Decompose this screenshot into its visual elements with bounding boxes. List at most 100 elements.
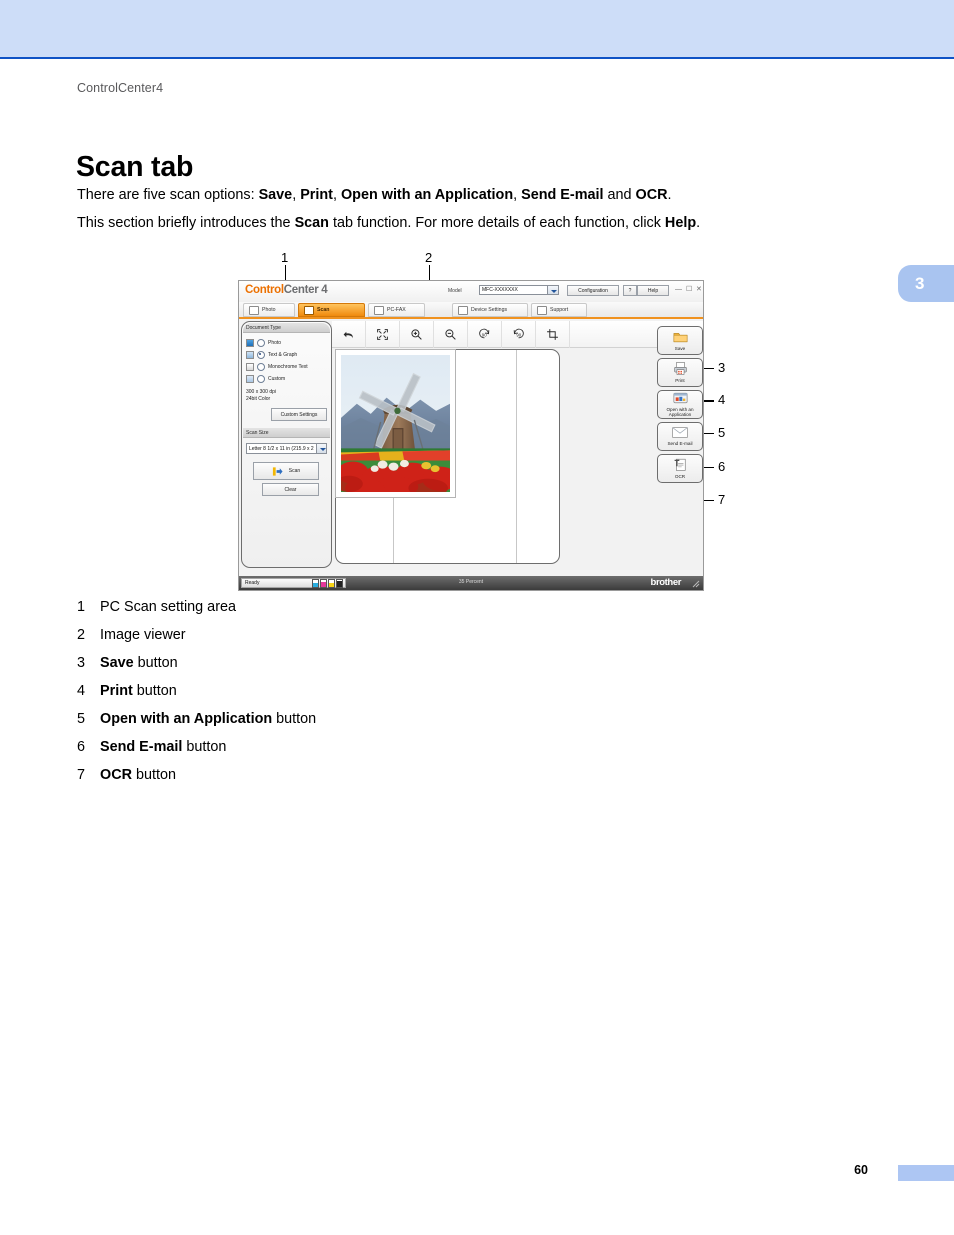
legend-num-7: 7 (77, 767, 86, 783)
windmill-tulip-field-photo (341, 355, 450, 492)
minimize-icon[interactable]: — (675, 285, 682, 295)
scanned-image-frame[interactable] (335, 349, 456, 498)
legend-text-3: Save button (100, 655, 178, 671)
chevron-down-icon[interactable] (547, 286, 558, 294)
image-toolbar: 90 90 (332, 321, 703, 348)
tab-device-settings[interactable]: Device Settings (452, 303, 528, 317)
configuration-button[interactable]: Configuration (567, 285, 619, 296)
list-item: 1 PC Scan setting area (77, 599, 316, 627)
device-settings-icon (458, 305, 468, 315)
list-item: 4 Print button (77, 683, 316, 711)
callout-number-7: 7 (718, 492, 726, 507)
tab-pc-fax[interactable]: PC-FAX (368, 303, 425, 317)
rotate-left-90-icon[interactable]: 90 (468, 321, 502, 348)
doctype-option-photo[interactable]: Photo (246, 339, 281, 347)
app-title-bar: ControlCenter 4 Model MFC-XXXXXXX Config… (239, 281, 703, 302)
undo-icon[interactable] (332, 321, 366, 348)
doctype-text-graph-label: Text & Graph (268, 352, 298, 358)
p1-seg3: , (332, 187, 341, 203)
intro-paragraph-1: There are five scan options: Save, Print… (77, 186, 672, 204)
page-number: 60 (854, 1163, 868, 1177)
tab-scan-label: Scan (317, 307, 330, 313)
svg-text:90: 90 (516, 333, 521, 338)
legend-rest-7: button (131, 767, 176, 783)
resize-grip-icon[interactable] (692, 580, 700, 588)
list-item: 2 Image viewer (77, 627, 316, 655)
radio-photo[interactable] (257, 339, 265, 347)
legend-text-4: Print button (100, 683, 177, 699)
send-email-button[interactable]: Send E-mail (657, 422, 703, 451)
photo-icon (249, 305, 259, 315)
list-item: 5 Open with an Application button (77, 711, 316, 739)
clear-button[interactable]: Clear (262, 483, 319, 496)
p1-seg5: and (603, 187, 636, 203)
legend-num-1: 1 (77, 599, 86, 615)
model-label: Model (448, 288, 462, 294)
help-question-button[interactable]: ? (623, 285, 637, 296)
model-dropdown[interactable]: MFC-XXXXXXX (479, 285, 559, 295)
svg-text:90: 90 (482, 333, 487, 338)
scan-button[interactable]: Scan (253, 462, 319, 480)
open-with-application-button[interactable]: Open with an Application (657, 390, 703, 419)
figure-legend: 1 PC Scan setting area 2 Image viewer 3 … (77, 599, 316, 795)
radio-text-graph[interactable] (257, 351, 265, 359)
list-item: 6 Send E-mail button (77, 739, 316, 767)
scan-arrow-icon (272, 466, 283, 477)
chevron-down-icon[interactable] (316, 444, 326, 453)
open-with-application-label: Open with an Application (666, 407, 694, 417)
tab-photo-label: Photo (262, 307, 276, 313)
save-button-label: Save (674, 345, 686, 351)
radio-monochrome-text[interactable] (257, 363, 265, 371)
legend-num-4: 4 (77, 683, 86, 699)
print-button[interactable]: Print (657, 358, 703, 387)
tab-scan[interactable]: Scan (298, 303, 365, 317)
radio-custom[interactable] (257, 375, 265, 383)
ocr-button[interactable]: OCR (657, 454, 703, 483)
legend-text-6: Send E-mail button (100, 739, 226, 755)
doctype-option-monochrome-text[interactable]: Monochrome Text (246, 363, 308, 371)
color-depth-value: 24bit Color (246, 396, 271, 402)
tab-support[interactable]: Support (531, 303, 587, 317)
zoom-out-icon[interactable] (434, 321, 468, 348)
close-icon[interactable]: ✕ (696, 285, 702, 295)
p2-seg3: . (696, 215, 701, 231)
help-button[interactable]: Help (637, 285, 669, 296)
p1-seg6: . (667, 187, 672, 203)
fax-icon (374, 305, 384, 315)
fit-to-window-icon[interactable] (366, 321, 400, 348)
legend-bold-3: Save (100, 655, 134, 671)
custom-settings-button[interactable]: Custom Settings (271, 408, 327, 421)
legend-bold-6: Send E-mail (100, 739, 183, 755)
monochrome-text-thumb-icon (246, 363, 254, 371)
brother-logo: brother (650, 577, 682, 588)
legend-num-2: 2 (77, 627, 86, 643)
tab-photo[interactable]: Photo (243, 303, 295, 317)
scan-button-label: Scan (288, 468, 301, 474)
crop-icon[interactable] (536, 321, 570, 348)
legend-text-2: Image viewer (100, 627, 186, 643)
send-email-label: Send E-mail (667, 441, 693, 446)
list-item: 3 Save button (77, 655, 316, 683)
callout-number-6: 6 (718, 459, 726, 474)
controlcenter4-window: ControlCenter 4 Model MFC-XXXXXXX Config… (238, 280, 704, 591)
ocr-icon (674, 458, 687, 473)
maximize-icon[interactable]: ☐ (686, 285, 692, 295)
doctype-option-custom[interactable]: Custom (246, 375, 285, 383)
doctype-photo-label: Photo (268, 340, 282, 346)
save-button[interactable]: Save (657, 326, 703, 355)
doctype-custom-label: Custom (268, 376, 286, 382)
text-graph-thumb-icon (246, 351, 254, 359)
document-type-header: Document Type (243, 323, 330, 333)
zoom-in-icon[interactable] (400, 321, 434, 348)
p1-seg2: , (292, 187, 301, 203)
p2-bold-help: Help (664, 215, 697, 231)
viewer-divider-right (516, 350, 517, 563)
scan-size-dropdown[interactable]: Letter 8 1/2 x 11 in (215.9 x 2 (246, 443, 327, 454)
rotate-right-90-icon[interactable]: 90 (502, 321, 536, 348)
support-icon (537, 305, 547, 315)
scan-size-header: Scan Size (243, 428, 330, 438)
p2-seg2: tab function. For more details of each f… (328, 215, 665, 231)
p2-seg1: This section briefly introduces the (77, 215, 295, 231)
doctype-option-text-graph[interactable]: Text & Graph (246, 351, 297, 359)
action-button-column: Save Print Open with an Application Send… (657, 326, 703, 486)
